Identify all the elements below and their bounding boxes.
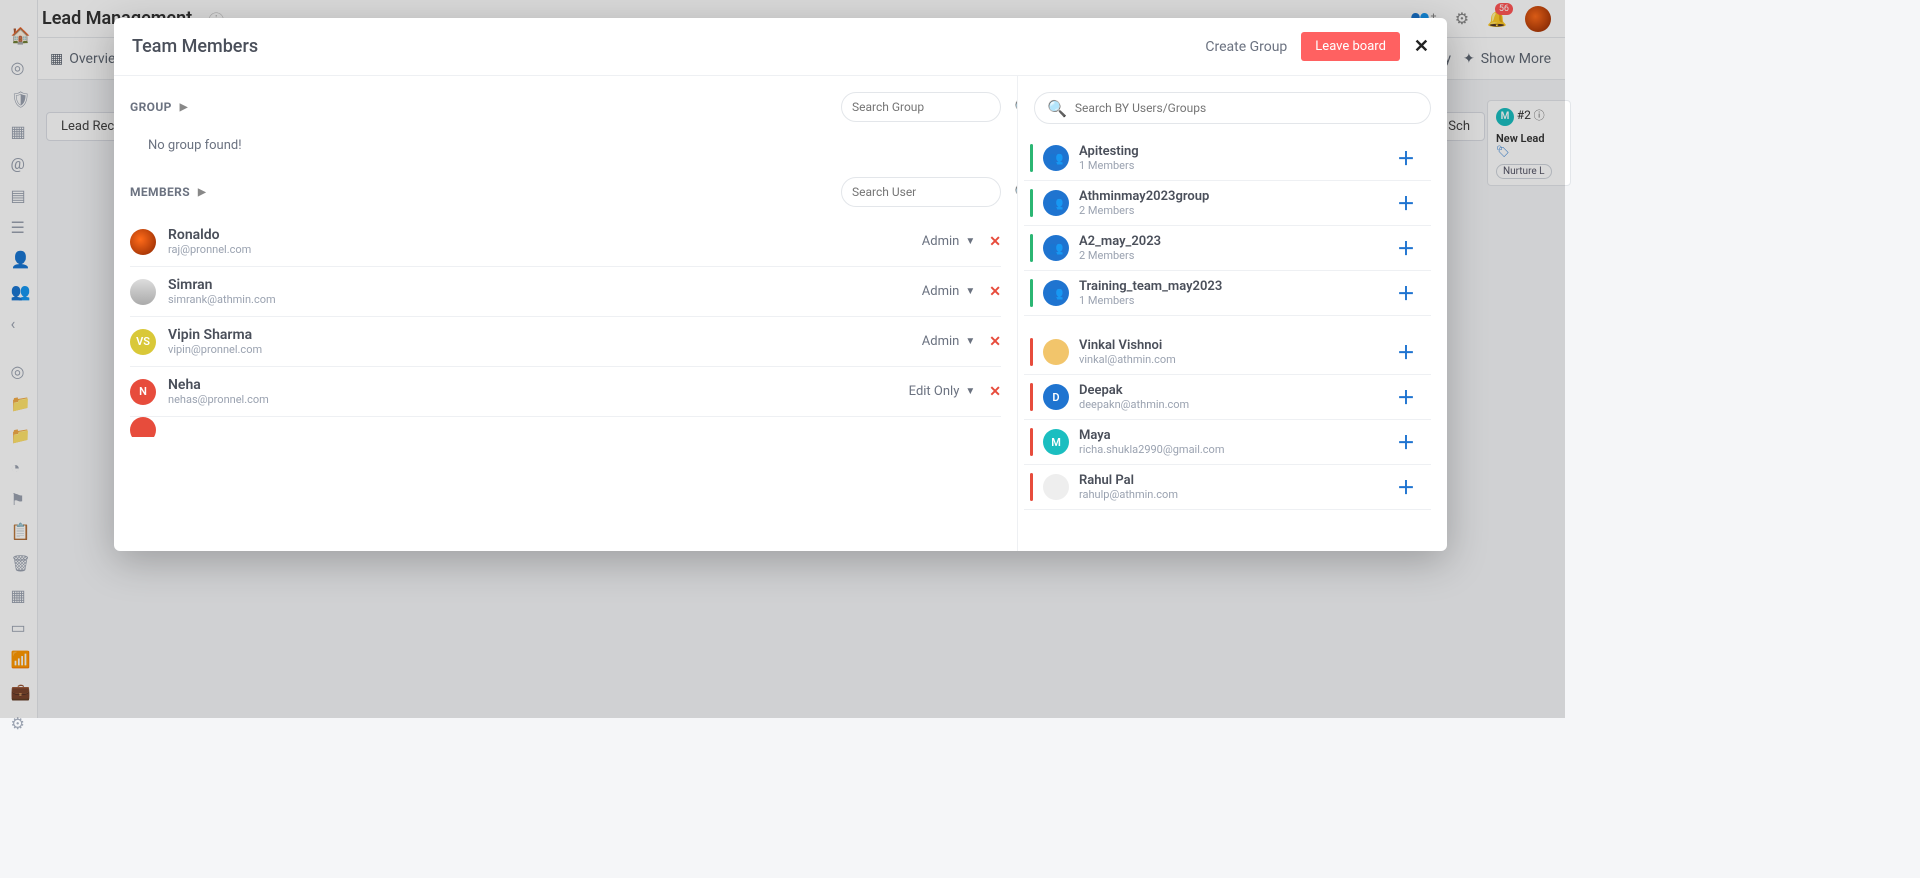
row-ribbon [1030, 383, 1033, 411]
chevron-down-icon: ▼ [965, 236, 975, 247]
user-email: rahulp@athmin.com [1079, 488, 1178, 501]
member-name: Vipin Sharma [168, 327, 262, 343]
member-avatar: N [130, 379, 156, 405]
members-section-label[interactable]: MEMBERS ▶ [130, 185, 206, 199]
members-label-text: MEMBERS [130, 185, 190, 199]
group-member-count: 2 Members [1079, 204, 1209, 217]
no-group-text: No group found! [130, 132, 1001, 171]
user-name: Maya [1079, 428, 1224, 443]
group-member-count: 2 Members [1079, 249, 1161, 262]
chevron-down-icon: ▼ [965, 286, 975, 297]
group-label-text: GROUP [130, 100, 172, 114]
create-group-link[interactable]: Create Group [1205, 39, 1287, 55]
search-user-input[interactable] [852, 185, 1008, 199]
member-avatar [130, 417, 156, 437]
group-section-label[interactable]: GROUP ▶ [130, 100, 188, 114]
leave-board-button[interactable]: Leave board [1301, 32, 1400, 61]
group-icon: 👥 [1043, 235, 1069, 261]
search-users-groups-input[interactable] [1075, 101, 1418, 115]
add-button[interactable]: ＋ [1397, 235, 1425, 261]
modal-title: Team Members [132, 36, 258, 57]
group-name: Training_team_may2023 [1079, 279, 1222, 294]
add-button[interactable]: ＋ [1397, 429, 1425, 455]
add-group-row: 👥 Training_team_may2023 1 Members ＋ [1024, 271, 1431, 316]
row-ribbon [1030, 144, 1033, 172]
role-selector[interactable]: Edit Only ▼ [909, 384, 976, 399]
chevron-down-icon: ▼ [965, 336, 975, 347]
role-selector[interactable]: Admin ▼ [922, 234, 975, 249]
member-row: N Neha nehas@pronnel.com Edit Only ▼ ✕ [130, 367, 1001, 417]
add-group-row: 👥 Athminmay2023group 2 Members ＋ [1024, 181, 1431, 226]
member-email: vipin@pronnel.com [168, 343, 262, 356]
member-email: raj@pronnel.com [168, 243, 251, 256]
row-ribbon [1030, 234, 1033, 262]
group-icon: 👥 [1043, 190, 1069, 216]
add-button[interactable]: ＋ [1397, 145, 1425, 171]
member-name: Neha [168, 377, 269, 393]
user-email: richa.shukla2990@gmail.com [1079, 443, 1224, 456]
search-users-groups-field[interactable]: 🔍 [1034, 92, 1431, 124]
add-group-row: 👥 Apitesting 1 Members ＋ [1024, 136, 1431, 181]
member-row: VS Vipin Sharma vipin@pronnel.com Admin … [130, 317, 1001, 367]
search-user-field[interactable]: 🔍 [841, 177, 1001, 207]
role-selector[interactable]: Admin ▼ [922, 334, 975, 349]
group-name: Athminmay2023group [1079, 189, 1209, 204]
user-name: Rahul Pal [1079, 473, 1178, 488]
user-name: Deepak [1079, 383, 1189, 398]
caret-right-icon: ▶ [198, 187, 206, 198]
add-button[interactable]: ＋ [1397, 384, 1425, 410]
member-name: Ronaldo [168, 227, 251, 243]
remove-member-icon[interactable]: ✕ [989, 284, 1001, 300]
team-members-modal: Team Members Create Group Leave board ✕ … [114, 18, 1447, 551]
remove-member-icon[interactable]: ✕ [989, 234, 1001, 250]
user-avatar [1043, 474, 1069, 500]
member-row: Simran simrank@athmin.com Admin ▼ ✕ [130, 267, 1001, 317]
search-group-field[interactable]: 🔍 [841, 92, 1001, 122]
user-avatar: M [1043, 429, 1069, 455]
remove-member-icon[interactable]: ✕ [989, 384, 1001, 400]
group-icon: 👥 [1043, 145, 1069, 171]
member-row: Ronaldo raj@pronnel.com Admin ▼ ✕ [130, 217, 1001, 267]
add-user-row: Rahul Pal rahulp@athmin.com ＋ [1024, 465, 1431, 510]
add-button[interactable]: ＋ [1397, 190, 1425, 216]
user-email: vinkal@athmin.com [1079, 353, 1176, 366]
add-user-row: Vinkal Vishnoi vinkal@athmin.com ＋ [1024, 330, 1431, 375]
member-name: Simran [168, 277, 276, 293]
member-avatar: VS [130, 329, 156, 355]
add-button[interactable]: ＋ [1397, 339, 1425, 365]
row-ribbon [1030, 189, 1033, 217]
search-group-input[interactable] [852, 100, 1008, 114]
member-email: simrank@athmin.com [168, 293, 276, 306]
remove-member-icon[interactable]: ✕ [989, 334, 1001, 350]
row-ribbon [1030, 279, 1033, 307]
add-group-row: 👥 A2_may_2023 2 Members ＋ [1024, 226, 1431, 271]
row-ribbon [1030, 338, 1033, 366]
search-icon: 🔍 [1047, 99, 1067, 118]
user-avatar: D [1043, 384, 1069, 410]
modal-header: Team Members Create Group Leave board ✕ [114, 18, 1447, 76]
close-icon[interactable]: ✕ [1414, 36, 1429, 57]
row-ribbon [1030, 473, 1033, 501]
role-selector[interactable]: Admin ▼ [922, 284, 975, 299]
row-ribbon [1030, 428, 1033, 456]
group-member-count: 1 Members [1079, 159, 1139, 172]
caret-right-icon: ▶ [180, 102, 188, 113]
add-button[interactable]: ＋ [1397, 474, 1425, 500]
member-avatar [130, 229, 156, 255]
user-avatar [1043, 339, 1069, 365]
chevron-down-icon: ▼ [965, 386, 975, 397]
group-member-count: 1 Members [1079, 294, 1222, 307]
member-avatar [130, 279, 156, 305]
user-name: Vinkal Vishnoi [1079, 338, 1176, 353]
modal-left-panel: GROUP ▶ 🔍 No group found! MEMBERS ▶ 🔍 [114, 76, 1017, 551]
add-user-row: D Deepak deepakn@athmin.com ＋ [1024, 375, 1431, 420]
modal-right-panel: 🔍 👥 Apitesting 1 Members ＋ 👥 Athminmay20… [1017, 76, 1447, 551]
add-button[interactable]: ＋ [1397, 280, 1425, 306]
group-name: Apitesting [1079, 144, 1139, 159]
member-email: nehas@pronnel.com [168, 393, 269, 406]
group-icon: 👥 [1043, 280, 1069, 306]
group-name: A2_may_2023 [1079, 234, 1161, 249]
user-email: deepakn@athmin.com [1079, 398, 1189, 411]
add-user-row: M Maya richa.shukla2990@gmail.com ＋ [1024, 420, 1431, 465]
